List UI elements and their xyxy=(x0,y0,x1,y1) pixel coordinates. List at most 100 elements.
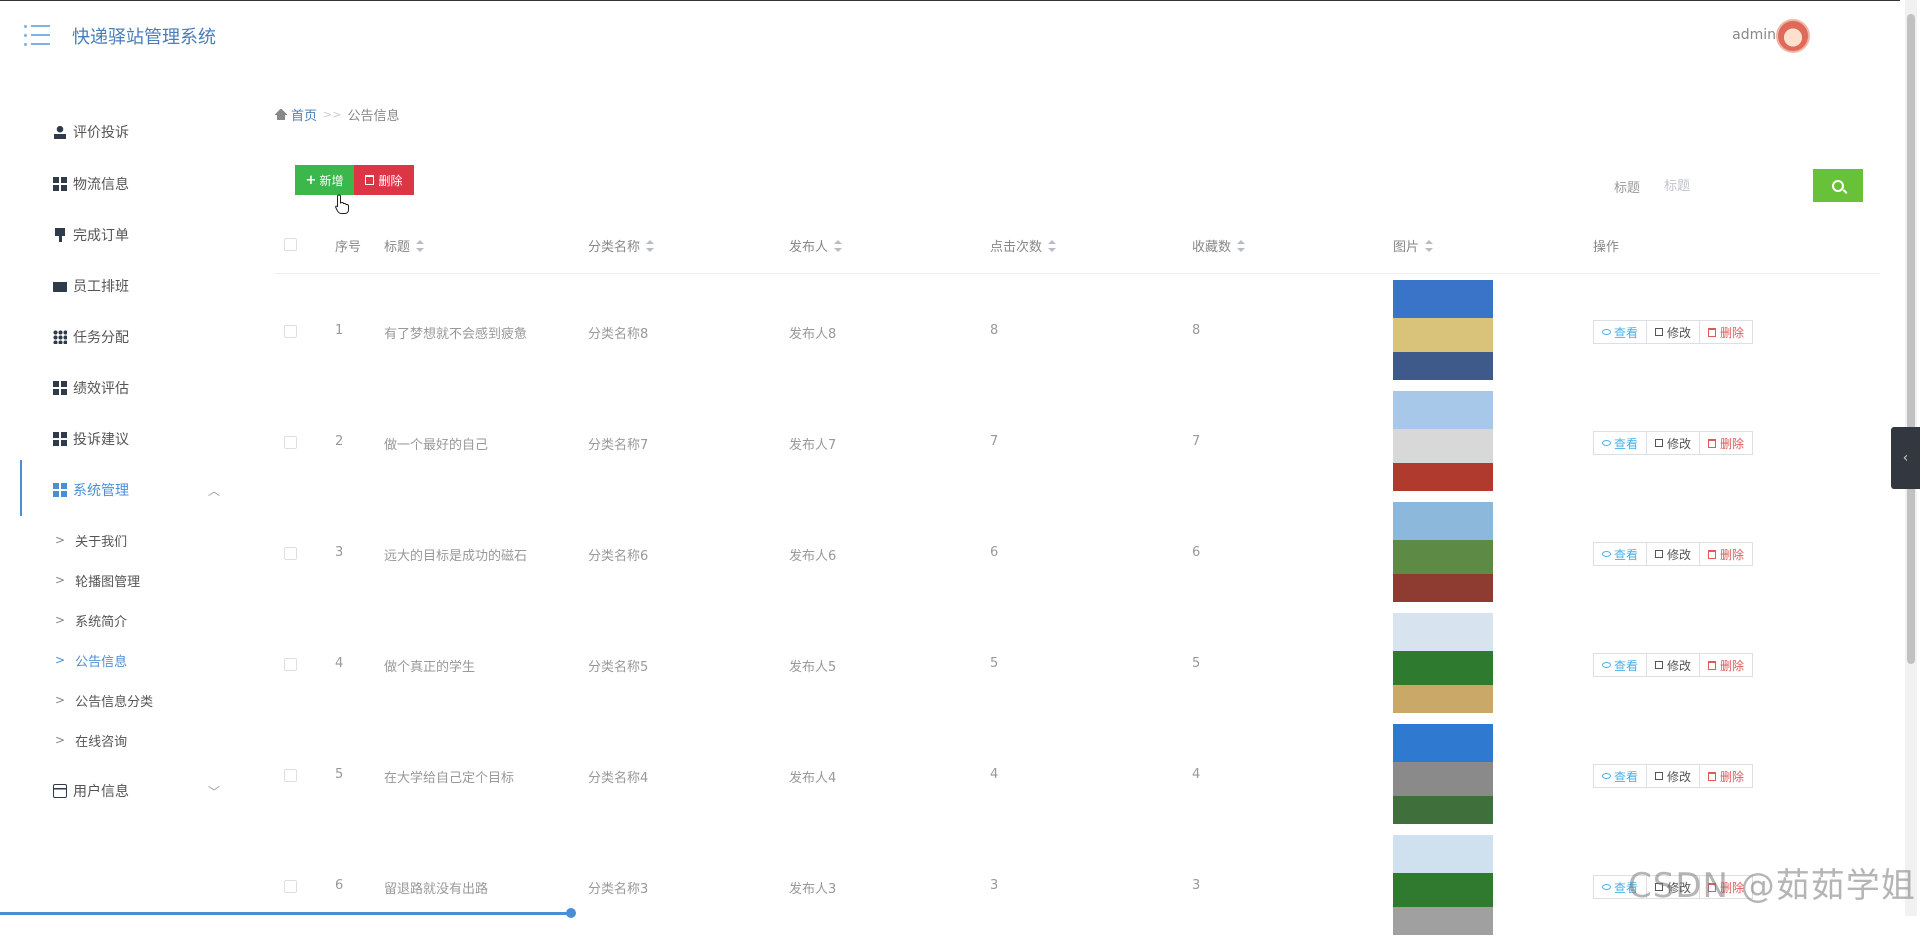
row-actions: 查看 修改 删除 xyxy=(1593,653,1754,677)
sidebar-subitem-announcements[interactable]: > 公告信息 xyxy=(55,645,235,675)
sidebar-item-completed-orders[interactable]: 完成订单 xyxy=(20,215,240,255)
batch-delete-button[interactable]: 删除 xyxy=(354,165,414,195)
chevron-right-icon: > xyxy=(55,573,66,587)
sidebar-item-logistics[interactable]: 物流信息 xyxy=(20,164,240,204)
row-publisher: 发布人8 xyxy=(789,327,837,342)
card-icon xyxy=(53,784,67,798)
row-publisher: 发布人4 xyxy=(789,771,837,786)
edit-label: 修改 xyxy=(1667,325,1692,340)
sidebar-item-review-complaints[interactable]: 评价投诉 xyxy=(20,112,240,152)
row-image-thumbnail[interactable] xyxy=(1393,280,1493,380)
column-header-publisher[interactable]: 发布人 xyxy=(789,236,843,255)
delete-button[interactable]: 删除 xyxy=(1699,764,1754,788)
view-button[interactable]: 查看 xyxy=(1593,764,1648,788)
sort-icon[interactable] xyxy=(646,239,655,252)
title-search-input[interactable] xyxy=(1662,170,1802,202)
row-checkbox[interactable] xyxy=(284,436,297,449)
edit-button[interactable]: 修改 xyxy=(1646,542,1701,566)
eye-icon xyxy=(1602,884,1611,890)
sidebar-item-suggestions[interactable]: 投诉建议 xyxy=(20,419,240,459)
plus-icon: + xyxy=(305,172,317,188)
row-clicks: 7 xyxy=(990,434,999,449)
delete-button[interactable]: 删除 xyxy=(1699,542,1754,566)
sidebar-item-system-management[interactable]: 系统管理 ︿ xyxy=(20,470,240,510)
sidebar-subitem-label: 关于我们 xyxy=(75,534,128,550)
row-checkbox[interactable] xyxy=(284,325,297,338)
row-image-thumbnail[interactable] xyxy=(1393,724,1493,824)
column-header-label: 点击次数 xyxy=(990,240,1043,255)
column-header-label: 发布人 xyxy=(789,240,829,255)
add-button[interactable]: + 新增 xyxy=(295,165,354,195)
sidebar-item-label: 完成订单 xyxy=(73,228,129,244)
sidebar-subitem-system-intro[interactable]: > 系统简介 xyxy=(55,605,235,635)
row-category: 分类名称8 xyxy=(588,327,649,342)
sidebar-subitem-about[interactable]: > 关于我们 xyxy=(55,525,235,555)
edit-button[interactable]: 修改 xyxy=(1646,764,1701,788)
delete-label: 删除 xyxy=(1720,547,1745,562)
row-actions: 查看 修改 删除 xyxy=(1593,320,1754,344)
avatar[interactable] xyxy=(1776,19,1810,53)
sidebar-item-label: 任务分配 xyxy=(73,330,129,346)
table-row: 2 做一个最好的自己 分类名称7 发布人7 7 7 查看 修改 删除 xyxy=(274,387,1880,498)
delete-button[interactable]: 删除 xyxy=(1699,320,1754,344)
view-button[interactable]: 查看 xyxy=(1593,431,1648,455)
sidebar-item-label: 员工排班 xyxy=(73,279,129,295)
add-button-label: 新增 xyxy=(319,173,344,188)
view-button[interactable]: 查看 xyxy=(1593,653,1648,677)
sort-icon[interactable] xyxy=(416,239,425,252)
side-panel-toggle[interactable]: ‹ xyxy=(1891,427,1920,489)
row-checkbox[interactable] xyxy=(284,769,297,782)
edit-button[interactable]: 修改 xyxy=(1646,431,1701,455)
row-checkbox[interactable] xyxy=(284,658,297,671)
sidebar-item-staff-schedule[interactable]: 员工排班 xyxy=(20,266,240,306)
view-label: 查看 xyxy=(1614,325,1639,340)
select-all-checkbox[interactable] xyxy=(284,238,297,251)
search-button[interactable] xyxy=(1813,169,1863,202)
row-category: 分类名称3 xyxy=(588,882,649,897)
sort-icon[interactable] xyxy=(834,239,843,252)
row-image-thumbnail[interactable] xyxy=(1393,391,1493,491)
row-favorites: 4 xyxy=(1192,767,1201,782)
sort-icon[interactable] xyxy=(1425,239,1434,252)
progress-handle[interactable] xyxy=(566,908,576,918)
sidebar-subitem-label: 在线咨询 xyxy=(75,734,128,750)
edit-button[interactable]: 修改 xyxy=(1646,320,1701,344)
row-index: 2 xyxy=(335,434,344,449)
breadcrumb-home[interactable]: 首页 xyxy=(291,105,317,124)
sidebar-subitem-online-consult[interactable]: > 在线咨询 xyxy=(55,725,235,755)
sort-icon[interactable] xyxy=(1048,239,1057,252)
row-image-thumbnail[interactable] xyxy=(1393,502,1493,602)
column-header-favorites[interactable]: 收藏数 xyxy=(1192,236,1246,255)
view-label: 查看 xyxy=(1614,769,1639,784)
trash-icon xyxy=(1708,327,1717,337)
sidebar-subitem-announcement-categories[interactable]: > 公告信息分类 xyxy=(55,685,235,715)
menu-toggle-icon[interactable] xyxy=(24,25,50,46)
delete-button[interactable]: 删除 xyxy=(1699,653,1754,677)
column-header-image[interactable]: 图片 xyxy=(1393,236,1434,255)
sidebar-subitem-carousel[interactable]: > 轮播图管理 xyxy=(55,565,235,595)
edit-icon xyxy=(1655,772,1664,780)
scrollbar-thumb[interactable] xyxy=(1907,14,1915,664)
edit-icon xyxy=(1655,439,1664,447)
row-publisher: 发布人5 xyxy=(789,660,837,675)
edit-button[interactable]: 修改 xyxy=(1646,653,1701,677)
wallet-icon xyxy=(53,279,67,293)
sidebar-item-task-assignment[interactable]: 任务分配 xyxy=(20,317,240,357)
row-image-thumbnail[interactable] xyxy=(1393,613,1493,713)
view-label: 查看 xyxy=(1614,436,1639,451)
sidebar-item-user-info[interactable]: 用户信息 ﹀ xyxy=(20,771,240,811)
column-header-title[interactable]: 标题 xyxy=(384,236,425,255)
row-index: 1 xyxy=(335,323,344,338)
column-header-category[interactable]: 分类名称 xyxy=(588,236,655,255)
delete-button[interactable]: 删除 xyxy=(1699,431,1754,455)
sidebar-item-performance[interactable]: 绩效评估 xyxy=(20,368,240,408)
row-checkbox[interactable] xyxy=(284,547,297,560)
row-checkbox[interactable] xyxy=(284,880,297,893)
sort-icon[interactable] xyxy=(1237,239,1246,252)
user-name[interactable]: admin xyxy=(1732,27,1776,43)
row-index: 3 xyxy=(335,545,344,560)
view-button[interactable]: 查看 xyxy=(1593,542,1648,566)
column-header-clicks[interactable]: 点击次数 xyxy=(990,236,1057,255)
view-button[interactable]: 查看 xyxy=(1593,320,1648,344)
row-image-thumbnail[interactable] xyxy=(1393,835,1493,935)
